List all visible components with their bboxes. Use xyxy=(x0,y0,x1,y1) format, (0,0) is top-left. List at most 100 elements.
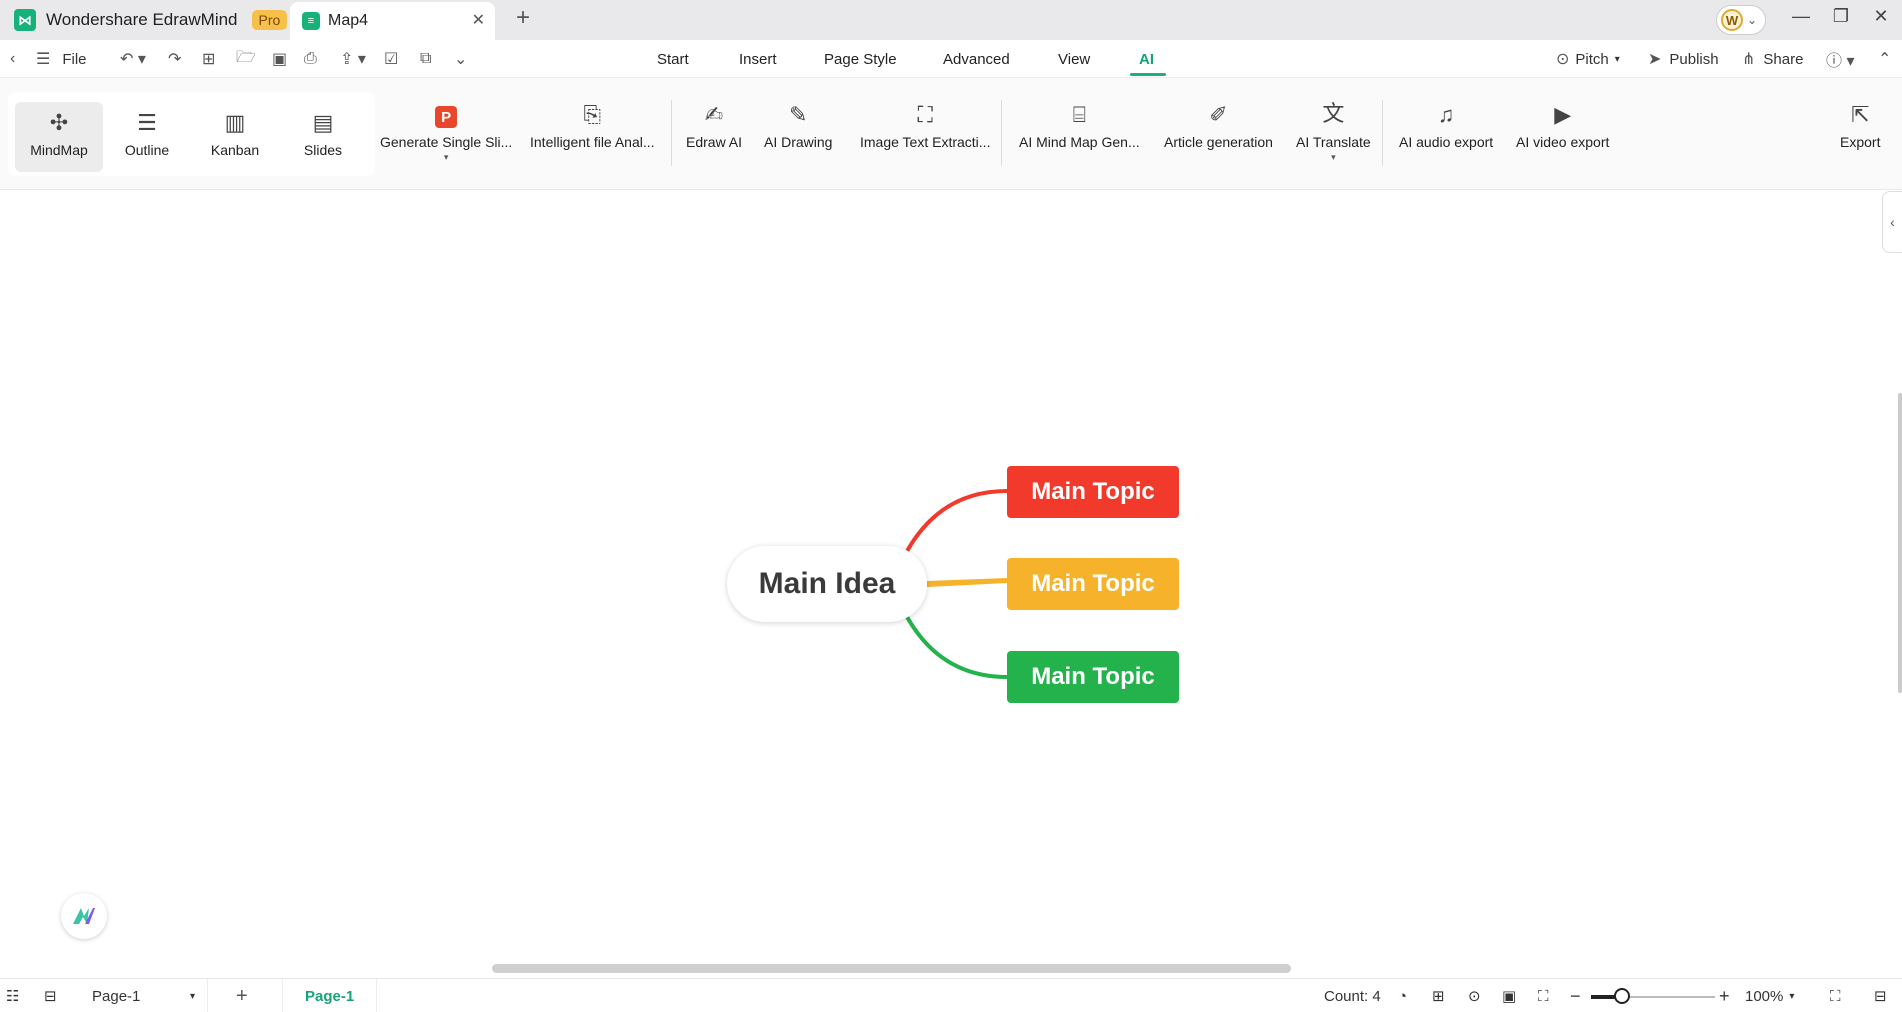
save-as-button[interactable]: ⧉ xyxy=(420,40,431,78)
ribbon-divider xyxy=(1382,100,1383,166)
play-circle-icon: ⊙ xyxy=(1556,51,1570,68)
undo-button[interactable]: ↶ ▾ xyxy=(120,40,146,78)
fullscreen-icon: ⛶ xyxy=(1830,987,1841,1005)
folder-icon: 🗁 xyxy=(236,48,256,66)
vertical-scrollbar[interactable] xyxy=(1898,393,1902,693)
chevron-left-icon: ‹ xyxy=(1890,214,1895,230)
tab-view[interactable]: View xyxy=(1058,40,1090,78)
horizontal-scrollbar[interactable] xyxy=(492,964,1291,973)
ai-video-export-button[interactable]: ▶ AI video export xyxy=(1516,102,1609,182)
edraw-ai-logo-icon xyxy=(73,908,95,924)
intelligent-file-analysis-button[interactable]: ⎘ Intelligent file Anal... xyxy=(530,102,655,182)
main-topic-node-1[interactable]: Main Topic xyxy=(1007,466,1179,518)
fit-screen-button[interactable]: ⛶ xyxy=(1538,979,1549,1012)
publish-button[interactable]: ➤ Publish xyxy=(1648,40,1719,78)
article-icon: ✐ xyxy=(1209,102,1228,127)
open-button[interactable]: 🗁 xyxy=(236,40,256,78)
collapse-ribbon-button[interactable]: ⌃ xyxy=(1878,40,1891,78)
slides-view-button[interactable]: ▤ Slides xyxy=(279,102,367,172)
tab-page-style[interactable]: Page Style xyxy=(824,40,897,78)
help-icon: ⓘ ▾ xyxy=(1826,53,1855,70)
more-dropdown-icon: ⌄ xyxy=(454,51,468,68)
main-idea-node[interactable]: Main Idea xyxy=(727,546,927,622)
zoom-slider-handle[interactable] xyxy=(1614,988,1630,1004)
printer-icon: ⎙ xyxy=(304,50,317,67)
ai-mind-map-generation-button[interactable]: ⌸ AI Mind Map Gen... xyxy=(1019,102,1140,182)
customize-toolbar-button[interactable]: ⌄ xyxy=(454,40,467,78)
checkbox-icon: ☑ xyxy=(384,51,399,68)
ai-drawing-button[interactable]: ✎ AI Drawing xyxy=(764,102,832,182)
app-home-tab[interactable]: ⋈ Wondershare EdrawMind Pro xyxy=(0,0,288,40)
edraw-ai-button[interactable]: ✍ Edraw AI xyxy=(686,102,742,182)
ai-translate-button[interactable]: 文 AI Translate ▾ xyxy=(1296,101,1371,182)
image-text-extraction-button[interactable]: ⛶ Image Text Extracti... xyxy=(860,102,990,182)
redo-button[interactable]: ↷ xyxy=(168,40,181,78)
page-select[interactable]: Page-1 ▾ xyxy=(82,979,208,1012)
close-tab-icon[interactable]: ✕ xyxy=(472,10,485,30)
check-button[interactable]: ☑ xyxy=(384,40,398,78)
zoom-level-select[interactable]: 100% ▾ xyxy=(1745,979,1794,1012)
edraw-ai-floating-button[interactable] xyxy=(61,893,107,939)
mindmap-canvas[interactable]: Main Idea Main Topic Main Topic Main Top… xyxy=(0,191,1902,973)
zoom-out-button[interactable]: − xyxy=(1570,979,1581,1012)
save-button[interactable]: ▣ xyxy=(272,40,287,78)
pitch-button[interactable]: ⊙ Pitch ▾ xyxy=(1556,40,1620,78)
tab-start[interactable]: Start xyxy=(657,40,689,78)
tab-insert[interactable]: Insert xyxy=(739,40,777,78)
right-panel-toggle[interactable]: ‹ xyxy=(1882,191,1902,253)
mindmap-view-button[interactable]: ✣ MindMap xyxy=(15,102,103,172)
share-button[interactable]: ⋔ Share xyxy=(1742,40,1803,78)
help-button[interactable]: ⓘ ▾ xyxy=(1826,40,1854,78)
restore-button[interactable]: ❐ xyxy=(1826,6,1856,27)
new-button[interactable]: ⊞ xyxy=(202,40,215,78)
slideshow-button[interactable]: ⊙ xyxy=(1468,979,1481,1012)
main-topic-node-3[interactable]: Main Topic xyxy=(1007,651,1179,703)
chevron-up-icon: ⌃ xyxy=(1878,51,1892,68)
page-panel-button[interactable]: ⊟ xyxy=(44,979,57,1012)
chevron-down-icon: ⌄ xyxy=(1747,13,1758,27)
document-tab[interactable]: ≡ Map4 ✕ xyxy=(290,2,495,40)
publish-label: Publish xyxy=(1669,50,1719,68)
zoom-in-button[interactable]: + xyxy=(1719,979,1730,1012)
close-window-button[interactable]: ✕ xyxy=(1866,6,1896,27)
pro-badge: Pro xyxy=(251,10,288,30)
page-tab-active[interactable]: Page-1 xyxy=(282,979,378,1012)
user-account-button[interactable]: W ⌄ xyxy=(1716,5,1766,35)
minimize-button[interactable]: — xyxy=(1786,6,1816,27)
ai-mind-map-generation-label: AI Mind Map Gen... xyxy=(1019,134,1140,150)
generate-single-slide-button[interactable]: P Generate Single Sli... ▾ xyxy=(380,102,512,182)
share-label: Share xyxy=(1763,50,1804,68)
pitch-label: Pitch xyxy=(1575,50,1609,68)
caret-down-icon: ▾ xyxy=(1331,152,1336,162)
kanban-view-button[interactable]: ▥ Kanban xyxy=(191,102,279,172)
avatar: W xyxy=(1721,9,1743,31)
ai-audio-export-button[interactable]: ♫ AI audio export xyxy=(1399,102,1493,182)
export-button[interactable]: ⇱ Export xyxy=(1840,102,1880,182)
outline-icon: ☰ xyxy=(137,110,157,135)
save-icon: ▣ xyxy=(272,51,288,68)
outline-view-button[interactable]: ☰ Outline xyxy=(103,102,191,172)
audio-file-icon: ♫ xyxy=(1437,102,1455,127)
panel-toggle-button[interactable]: ⊟ xyxy=(1874,979,1887,1012)
new-tab-button[interactable]: + xyxy=(508,4,538,32)
caret-down-icon: ▾ xyxy=(1789,990,1795,1002)
export-quick-button[interactable]: ⇪ ▾ xyxy=(340,40,366,78)
add-page-button[interactable]: + xyxy=(236,979,248,1012)
theme-button[interactable]: ◔ xyxy=(1398,979,1407,1012)
ai-file-icon: ⎘ xyxy=(583,102,602,127)
tab-advanced[interactable]: Advanced xyxy=(943,40,1010,78)
app-name: Wondershare EdrawMind xyxy=(46,10,238,29)
view-mode-group: ✣ MindMap ☰ Outline ▥ Kanban ▤ Slides xyxy=(8,92,375,176)
file-menu[interactable]: ☰ File xyxy=(36,40,87,78)
fit-page-button[interactable]: ▣ xyxy=(1502,979,1516,1012)
print-button[interactable]: ⎙ xyxy=(304,40,317,78)
main-topic-node-2[interactable]: Main Topic xyxy=(1007,558,1179,610)
back-button[interactable]: ‹ xyxy=(10,40,15,78)
file-menu-label: File xyxy=(62,50,87,68)
article-generation-button[interactable]: ✐ Article generation xyxy=(1164,102,1273,182)
book-view-button[interactable]: ⊞ xyxy=(1432,979,1445,1012)
redo-icon: ↷ xyxy=(168,51,182,68)
fullscreen-button[interactable]: ⛶ xyxy=(1830,979,1841,1012)
edrawmind-logo-icon: ⋈ xyxy=(14,9,36,31)
outline-panel-button[interactable]: ☷ xyxy=(6,979,19,1012)
